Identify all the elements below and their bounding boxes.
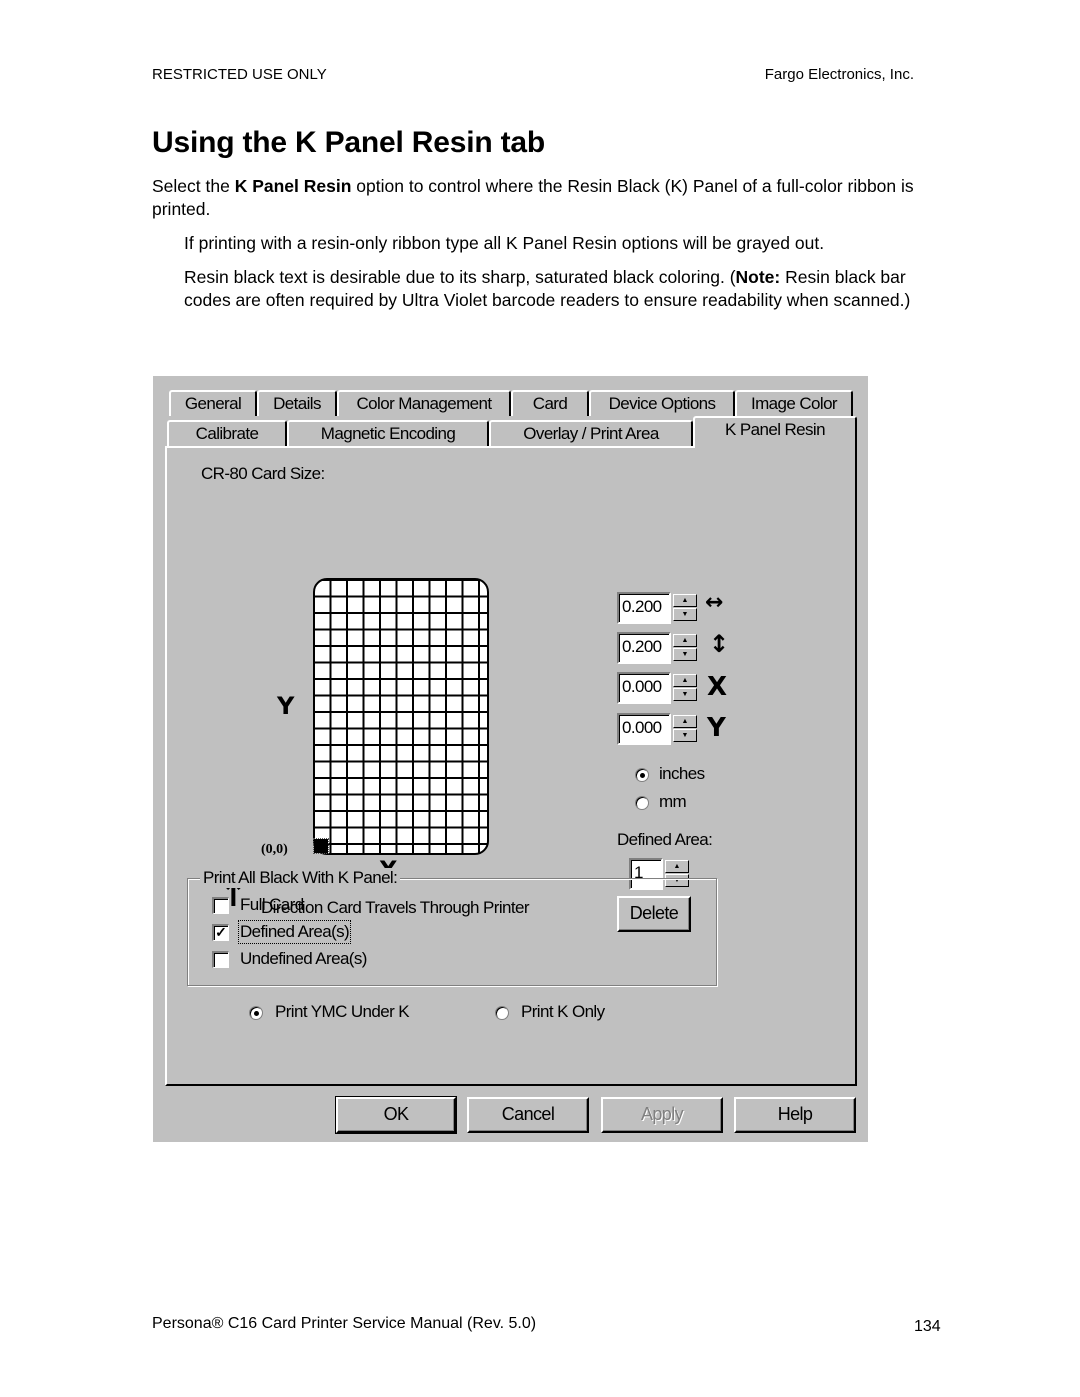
defined-area-label: Defined Area:	[617, 830, 713, 849]
tab-general[interactable]: General	[169, 390, 257, 416]
paragraph-intro: Select the K Panel Resin option to contr…	[152, 175, 952, 220]
tab-device-options[interactable]: Device Options	[589, 390, 735, 416]
undefined-areas-checkbox[interactable]	[212, 951, 229, 968]
mm-label[interactable]: mm	[659, 792, 687, 812]
ok-button[interactable]: OK	[335, 1096, 457, 1134]
y-offset-spinner[interactable]: 0.000 ▲ ▼	[617, 713, 699, 745]
height-arrows-icon: ↕	[709, 630, 730, 658]
origin-label: (0,0)	[261, 842, 288, 857]
header-restricted: RESTRICTED USE ONLY	[152, 66, 327, 83]
apply-button[interactable]: Apply	[601, 1097, 723, 1133]
tab-magnetic-encoding[interactable]: Magnetic Encoding	[287, 420, 489, 446]
print-ymc-under-k-label[interactable]: Print YMC Under K	[275, 1002, 410, 1022]
height-spinner[interactable]: 0.200 ▲ ▼	[617, 632, 699, 664]
card-grid[interactable]	[313, 578, 489, 855]
x-offset-spinner[interactable]: 0.000 ▲ ▼	[617, 672, 699, 704]
tab-overlay-print-area[interactable]: Overlay / Print Area	[489, 420, 693, 446]
spin-up-button[interactable]: ▲	[673, 715, 697, 728]
width-input[interactable]: 0.200	[617, 592, 671, 624]
help-label: Help	[777, 1104, 813, 1124]
apply-label: Apply	[640, 1104, 684, 1124]
page-number: 134	[914, 1318, 941, 1335]
tab-details[interactable]: Details	[257, 390, 337, 416]
header-company: Fargo Electronics, Inc.	[764, 66, 914, 83]
tab-image-color[interactable]: Image Color	[735, 390, 853, 416]
tab-calibrate[interactable]: Calibrate	[167, 420, 287, 446]
text: Resin black text is desirable due to its…	[184, 267, 736, 287]
print-k-only-radio[interactable]	[495, 1006, 509, 1020]
defined-areas-label[interactable]: Defined Area(s)	[237, 920, 352, 944]
group-title: Print All Black With K Panel:	[200, 868, 401, 888]
print-ymc-under-k-radio[interactable]	[249, 1006, 263, 1020]
paragraph-grayed-note: If printing with a resin-only ribbon typ…	[184, 233, 825, 253]
x-offset-icon: X	[707, 672, 728, 702]
spin-down-button[interactable]: ▼	[673, 608, 697, 621]
mm-radio[interactable]	[635, 796, 649, 810]
undefined-areas-label[interactable]: Undefined Area(s)	[240, 949, 367, 969]
page-title: Using the K Panel Resin tab	[152, 126, 546, 159]
tab-card[interactable]: Card	[511, 390, 589, 416]
paragraph-resin-note: Resin black text is desirable due to its…	[184, 266, 954, 311]
note-label: Note:	[735, 267, 781, 287]
printer-properties-dialog: General Details Color Management Card De…	[153, 376, 868, 1142]
footer-manual-title: Persona® C16 Card Printer Service Manual…	[152, 1315, 537, 1332]
y-offset-input[interactable]: 0.000	[617, 713, 671, 745]
print-all-black-group: Print All Black With K Panel: Full Card …	[187, 868, 717, 986]
spin-up-button[interactable]: ▲	[665, 860, 689, 873]
cancel-label: Cancel	[501, 1104, 555, 1124]
print-k-only-label[interactable]: Print K Only	[521, 1002, 605, 1022]
cancel-button[interactable]: Cancel	[467, 1097, 589, 1133]
spin-up-button[interactable]: ▲	[673, 594, 697, 607]
x-offset-input[interactable]: 0.000	[617, 672, 671, 704]
inches-label[interactable]: inches	[659, 764, 705, 784]
width-arrows-icon: ↔	[705, 590, 724, 615]
y-axis-label: Y	[277, 692, 294, 720]
width-spinner[interactable]: 0.200 ▲ ▼	[617, 592, 699, 624]
card-size-label: CR-80 Card Size:	[201, 464, 325, 483]
bold-text: K Panel Resin	[234, 176, 352, 196]
tab-color-management[interactable]: Color Management	[337, 390, 511, 416]
spin-down-button[interactable]: ▼	[673, 729, 697, 742]
spin-down-button[interactable]: ▼	[673, 688, 697, 701]
defined-areas-checkbox[interactable]: ✓	[212, 924, 229, 941]
k-panel-resin-panel: CR-80 Card Size: Y X (0,0) ↑ Direction C…	[165, 446, 857, 1086]
spin-up-button[interactable]: ▲	[673, 674, 697, 687]
spin-up-button[interactable]: ▲	[673, 634, 697, 647]
height-input[interactable]: 0.200	[617, 632, 671, 664]
y-offset-icon: Y	[707, 713, 726, 743]
ok-label: OK	[383, 1104, 409, 1124]
full-card-checkbox[interactable]	[212, 897, 229, 914]
help-button[interactable]: Help	[734, 1097, 856, 1133]
inches-radio[interactable]	[635, 768, 649, 782]
spin-down-button[interactable]: ▼	[673, 648, 697, 661]
full-card-label[interactable]: Full Card	[240, 895, 304, 915]
tab-k-panel-resin[interactable]: K Panel Resin	[693, 416, 857, 448]
defined-area-marker[interactable]	[313, 838, 329, 854]
text: Select the	[152, 176, 235, 196]
